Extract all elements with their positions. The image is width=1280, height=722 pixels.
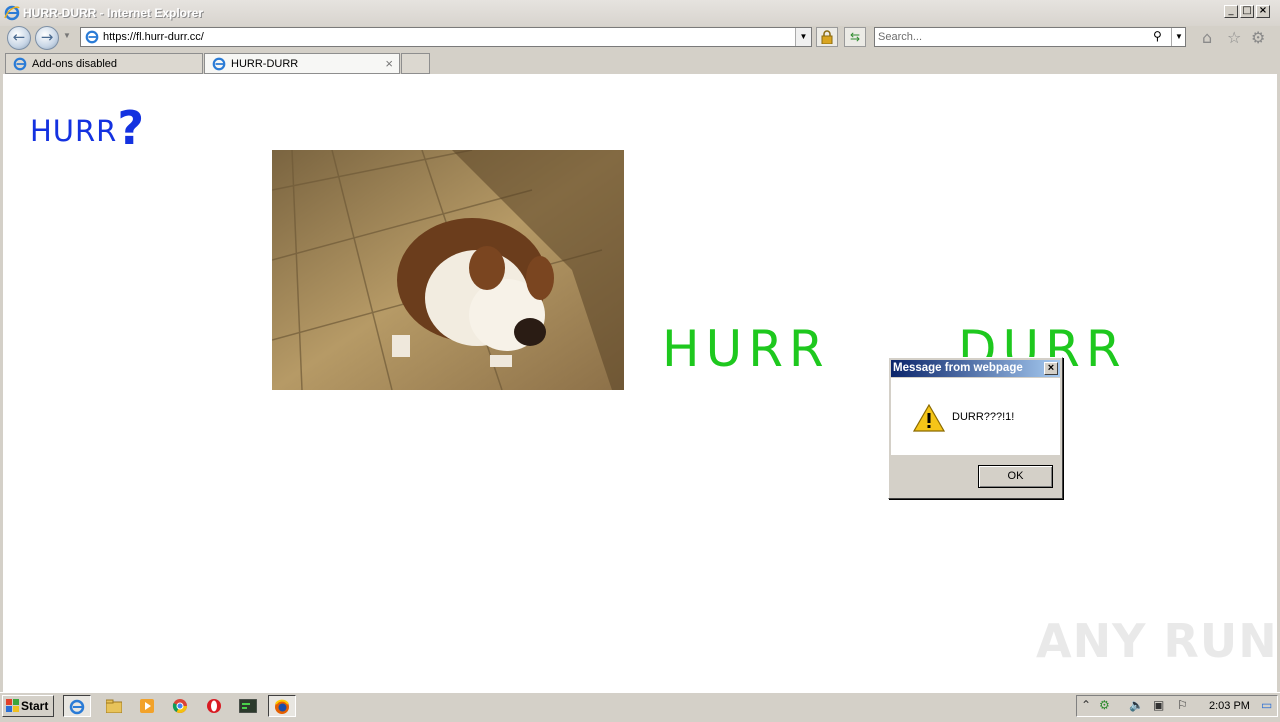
start-label: Start xyxy=(21,699,49,713)
internet-explorer-icon xyxy=(212,57,226,74)
hurr-text: HURR xyxy=(662,320,830,378)
start-button[interactable]: Start xyxy=(2,695,54,717)
heading-question-mark: ? xyxy=(117,101,146,155)
folder-icon[interactable] xyxy=(100,695,128,717)
internet-explorer-icon xyxy=(13,57,27,74)
tab-label: Add-ons disabled xyxy=(32,58,118,70)
new-tab-button[interactable] xyxy=(401,53,430,74)
power-icon[interactable]: ▣ xyxy=(1153,698,1164,712)
page-icon xyxy=(85,30,99,47)
dialog-close-button[interactable]: × xyxy=(1044,362,1058,375)
dialog-message: DURR???!1! xyxy=(952,411,1015,423)
lock-button[interactable] xyxy=(816,27,838,47)
tab-hurr-durr[interactable]: HURR-DURR × xyxy=(204,53,400,74)
system-tray: ⌃ ⚙ 🔈 ▣ ⚐ 2:03 PM ▭ xyxy=(1076,695,1278,717)
dialog-title: Message from webpage xyxy=(893,362,1023,374)
search-input[interactable] xyxy=(878,30,1148,44)
network-icon[interactable]: ⚙ xyxy=(1099,698,1110,712)
address-dropdown-icon[interactable]: ▼ xyxy=(795,28,811,46)
search-box[interactable]: ⚲ ▼ xyxy=(874,27,1186,47)
gear-icon[interactable]: ⚙ xyxy=(1251,29,1265,47)
volume-icon[interactable]: 🔈 xyxy=(1129,698,1144,712)
tab-label: HURR-DURR xyxy=(231,58,299,70)
bulldog-image xyxy=(272,150,624,390)
back-button[interactable]: ← xyxy=(7,26,31,50)
dialog-body: DURR???!1! xyxy=(891,378,1060,455)
show-hidden-icons-icon[interactable]: ⌃ xyxy=(1081,698,1091,712)
page-heading: HURR? xyxy=(30,98,146,155)
forward-icon: → xyxy=(40,28,54,46)
tab-add-ons-disabled[interactable]: Add-ons disabled xyxy=(5,53,203,74)
windows-logo-icon xyxy=(6,699,20,719)
anyrun-watermark: ANY RUN xyxy=(1036,614,1278,668)
minimize-button[interactable]: _ xyxy=(1224,5,1238,18)
close-button[interactable]: × xyxy=(1256,5,1270,18)
chrome-icon[interactable] xyxy=(166,695,194,717)
warning-icon xyxy=(912,403,946,435)
favorites-star-icon[interactable]: ☆ xyxy=(1227,29,1241,47)
heading-text: HURR xyxy=(30,114,118,148)
page-content xyxy=(3,74,1277,692)
show-desktop-icon[interactable]: ▭ xyxy=(1261,698,1272,712)
back-icon: ← xyxy=(12,28,26,46)
refresh-icon: ⇆ xyxy=(849,30,861,44)
window-title: HURR-DURR - Internet Explorer xyxy=(23,6,204,20)
opera-icon[interactable] xyxy=(200,695,228,717)
internet-explorer-icon xyxy=(4,5,20,24)
dialog-title-bar[interactable]: Message from webpage × xyxy=(891,360,1060,377)
media-player-icon[interactable] xyxy=(133,695,161,717)
address-bar[interactable]: https://fl.hurr-durr.cc/ ▼ xyxy=(80,27,812,47)
alert-dialog: Message from webpage × DURR???!1! OK xyxy=(888,357,1063,499)
title-bar: HURR-DURR - Internet Explorer _ □ × xyxy=(0,0,1280,26)
search-dropdown-icon[interactable]: ▼ xyxy=(1171,28,1186,46)
forward-button[interactable]: → xyxy=(35,26,59,50)
firefox-icon[interactable] xyxy=(268,695,296,717)
home-icon[interactable]: ⌂ xyxy=(1202,29,1212,47)
lock-icon xyxy=(821,30,833,45)
clock: 2:03 PM xyxy=(1209,700,1250,712)
internet-explorer-icon[interactable] xyxy=(63,695,91,717)
terminal-icon[interactable] xyxy=(234,695,262,717)
ok-button[interactable]: OK xyxy=(978,465,1053,488)
search-icon[interactable]: ⚲ xyxy=(1153,29,1162,43)
maximize-button[interactable]: □ xyxy=(1240,5,1254,18)
url-text[interactable]: https://fl.hurr-durr.cc/ xyxy=(103,31,204,43)
close-tab-icon[interactable]: × xyxy=(385,56,393,71)
action-center-flag-icon[interactable]: ⚐ xyxy=(1177,698,1188,712)
refresh-button[interactable]: ⇆ xyxy=(844,27,866,47)
history-dropdown-icon[interactable]: ▼ xyxy=(63,31,71,40)
